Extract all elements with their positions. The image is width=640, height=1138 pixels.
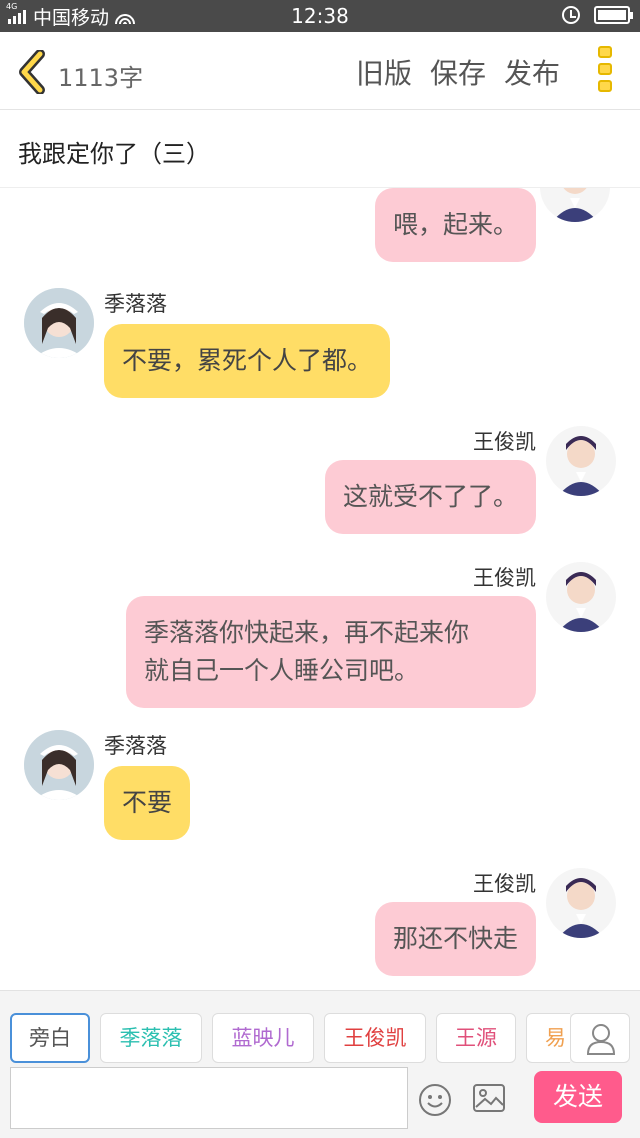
message-line: 就自己一个人睡公司吧。 xyxy=(144,656,420,685)
word-count: 1113字 xyxy=(58,64,144,92)
character-chip[interactable]: 易 xyxy=(526,1013,570,1063)
character-chip[interactable]: 季落落 xyxy=(100,1013,202,1063)
more-vertical-icon xyxy=(598,46,612,58)
speaker-name: 季落落 xyxy=(104,734,167,758)
avatar-wangjunkai[interactable] xyxy=(546,868,616,938)
avatar-wangjunkai[interactable] xyxy=(546,562,616,632)
more-menu-button[interactable] xyxy=(598,46,614,96)
character-chip[interactable]: 蓝映儿 xyxy=(212,1013,314,1063)
story-title-bar[interactable]: 我跟定你了（三） xyxy=(0,110,640,188)
toolbar-actions: 旧版 保存 发布 xyxy=(338,52,560,92)
character-chip-narrator[interactable]: 旁白 xyxy=(10,1013,90,1063)
image-icon xyxy=(473,1084,505,1112)
chat-area[interactable]: 喂，起来。 季落落 不要，累死个人了都。 王俊凯 这就受不了了。 王俊凯 季落落… xyxy=(0,188,640,990)
message-input[interactable] xyxy=(10,1067,408,1129)
avatar-jiluoluo[interactable] xyxy=(24,730,94,800)
save-button[interactable]: 保存 xyxy=(430,52,486,92)
status-bar: 4G 中国移动 12:38 xyxy=(0,0,640,32)
avatar-jiluoluo[interactable] xyxy=(24,288,94,358)
back-button[interactable] xyxy=(14,49,54,95)
message-bubble[interactable]: 不要 xyxy=(104,766,191,840)
alarm-icon xyxy=(562,6,580,24)
character-chip[interactable]: 王俊凯 xyxy=(324,1013,426,1063)
character-selector[interactable]: 旁白 季落落 蓝映儿 王俊凯 王源 易 xyxy=(10,1013,570,1063)
editor-toolbar: 1113字 旧版 保存 发布 xyxy=(0,32,640,110)
emoji-icon xyxy=(419,1084,451,1116)
emoji-button[interactable] xyxy=(418,1083,452,1117)
avatar-wangjunkai[interactable] xyxy=(540,188,610,222)
composer-panel: 旁白 季落落 蓝映儿 王俊凯 王源 易 发送 xyxy=(0,990,640,1138)
speaker-name: 王俊凯 xyxy=(473,566,536,590)
send-button[interactable]: 发送 xyxy=(534,1071,622,1123)
character-chip[interactable]: 王源 xyxy=(436,1013,516,1063)
message-bubble[interactable]: 喂，起来。 xyxy=(374,188,536,262)
message-bubble[interactable]: 这就受不了了。 xyxy=(324,460,536,534)
message-bubble[interactable]: 不要，累死个人了都。 xyxy=(104,324,391,398)
old-version-button[interactable]: 旧版 xyxy=(356,52,412,92)
publish-button[interactable]: 发布 xyxy=(504,52,560,92)
speaker-name: 王俊凯 xyxy=(473,872,536,896)
message-bubble[interactable]: 那还不快走 xyxy=(374,902,536,976)
image-button[interactable] xyxy=(472,1083,506,1113)
add-character-button[interactable] xyxy=(570,1013,630,1063)
speaker-name: 王俊凯 xyxy=(473,430,536,454)
user-icon xyxy=(586,1024,616,1055)
message-bubble[interactable]: 季落落你快起来，再不起来你 就自己一个人睡公司吧。 xyxy=(126,596,536,708)
status-right xyxy=(562,6,633,24)
battery-icon xyxy=(594,6,633,24)
message-line: 季落落你快起来，再不起来你 xyxy=(144,618,470,647)
story-title[interactable]: 我跟定你了（三） xyxy=(18,134,210,169)
speaker-name: 季落落 xyxy=(104,292,167,316)
avatar-wangjunkai[interactable] xyxy=(546,426,616,496)
chevron-left-icon xyxy=(19,49,45,95)
status-time: 12:38 xyxy=(291,4,349,28)
